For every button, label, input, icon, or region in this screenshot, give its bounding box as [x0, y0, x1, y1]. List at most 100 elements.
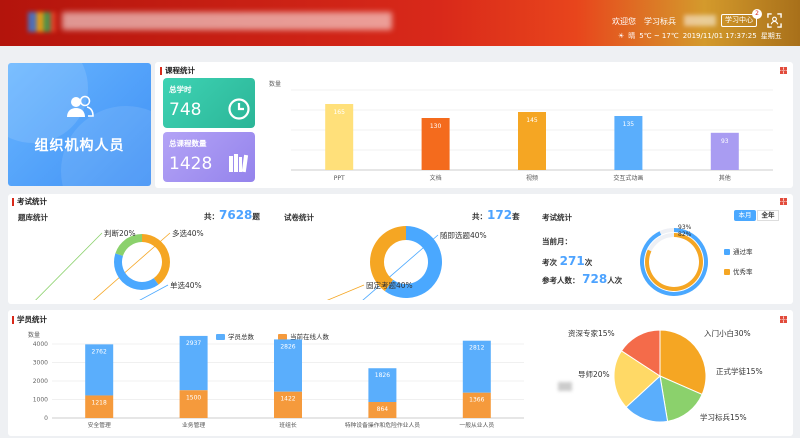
slice-label: 单选40%	[170, 280, 202, 290]
bar-value-label: 130	[430, 123, 442, 130]
ring-arc	[640, 228, 708, 296]
slice-label: 导师20%	[578, 369, 610, 379]
slice-label: 入门小白30%	[704, 328, 751, 338]
x-tick-label: 其他	[719, 174, 731, 182]
x-tick-label: 文档	[430, 174, 442, 182]
bar-value-label: 135	[623, 121, 635, 128]
student-title: 学员统计	[12, 316, 47, 324]
slice-label: 资深专家15%	[568, 328, 615, 338]
total-courses-card: 总课程数量 1428	[163, 132, 255, 182]
slice-label: 正式学徒15%	[716, 366, 763, 376]
temperature: 5℃ ~ 17℃	[639, 32, 679, 40]
exam-count: 考次 271次	[542, 254, 592, 268]
exam-stats-title: 考试统计	[542, 213, 572, 222]
total-hours-label: 总学时	[169, 85, 192, 94]
exam-stats-card: 考试统计 本月 全年 当前月： 考次 271次 参考人数： 728人次 93% 8…	[538, 208, 788, 300]
x-tick-label: 视频	[526, 174, 538, 182]
ring-label: 82%	[678, 231, 692, 238]
student-level-card: 入门小白30% 正式学徒15% 学习标兵15% 导师20% 资深专家15%	[538, 324, 788, 434]
tab-year[interactable]: 全年	[757, 210, 779, 221]
total-courses-label: 总课程数量	[169, 139, 207, 148]
legend-pass: 通过率	[724, 246, 753, 256]
datetime: 2019/11/01 17:37:25	[682, 32, 757, 40]
bar-value-label: 1422	[280, 396, 295, 403]
paper-donut: 随即选题40% 固定考题40%	[326, 226, 487, 300]
y-tick-label: 4000	[33, 341, 48, 348]
notification-badge: 2	[752, 9, 762, 19]
total-hours-value: 748	[169, 100, 202, 120]
leader-line	[326, 284, 365, 300]
course-bar-chart: 数量 165 PPT 130 文档 145 视频 135 交互式动画 93 其他	[269, 80, 773, 182]
header-bar: 欢迎您 学习标兵 学习中心 2 ☀ 晴 5℃ ~ 17℃ 2019/11/01 17:…	[0, 0, 800, 46]
bar-value-label: 1218	[92, 399, 107, 406]
menu-grid-icon[interactable]	[780, 67, 787, 74]
bar-value-label: 165	[333, 109, 345, 116]
user-name[interactable]: 学习标兵	[644, 16, 676, 27]
exam-title: 考试统计	[12, 198, 47, 206]
question-bank-donut: 多选40% 单选40% 判断20%	[35, 228, 204, 300]
x-tick-label: 业务管理	[182, 421, 205, 429]
y-axis-label: 数量	[269, 80, 281, 88]
tab-month[interactable]: 本月	[734, 210, 756, 221]
x-tick-label: PPT	[334, 175, 345, 182]
x-tick-label: 安全管理	[88, 421, 111, 429]
legend-label: 优秀率	[733, 268, 753, 276]
participants: 参考人数： 728人次	[542, 272, 622, 286]
bar-value-label: 1366	[469, 397, 484, 404]
users-icon	[67, 95, 94, 117]
student-bar-card: 学员总数 当前在线人数 数量 0 1000 2000 3000 4000 2762 1218 安…	[12, 326, 532, 434]
y-axis-label: 数量	[28, 331, 40, 339]
weekday: 星期五	[760, 32, 782, 40]
org-members-card[interactable]: 组织机构人员	[8, 63, 151, 186]
bar-value-label: 145	[526, 117, 538, 124]
y-tick-label: 3000	[33, 360, 48, 367]
course-title: 课程统计	[160, 67, 195, 75]
sun-icon: ☀	[618, 32, 625, 40]
participants-unit: 人次	[607, 276, 623, 285]
slice-label: 固定考题40%	[366, 280, 413, 290]
legend-excellent: 优秀率	[724, 266, 753, 276]
bar-value-label: 93	[721, 138, 729, 145]
redacted-label	[558, 382, 572, 391]
course-panel: 课程统计 总学时 748 总课程数量 1428 数量 165 PPT 130 文档 145…	[155, 62, 793, 188]
student-bar-chart: 数量 0 1000 2000 3000 4000 2762 1218 安全管理 2937 1500 业…	[28, 331, 524, 429]
slice-label: 判断20%	[104, 228, 136, 238]
exam-panel: 考试统计 题库统计 共：7628题 多选40% 单选40% 判断20% 试卷统计 共…	[8, 194, 793, 304]
org-label: 组织机构人员	[34, 138, 125, 154]
donut-slice	[114, 253, 159, 290]
student-level-pie: 入门小白30% 正式学徒15% 学习标兵15% 导师20% 资深专家15%	[568, 328, 763, 423]
participants-value: 728	[582, 272, 608, 286]
x-tick-label: 一般从业人员	[459, 421, 494, 429]
bar-value-label: 2762	[92, 348, 107, 355]
y-tick-label: 1000	[33, 397, 48, 404]
question-bank-card: 题库统计 共：7628题 多选40% 单选40% 判断20%	[14, 208, 270, 300]
menu-grid-icon[interactable]	[780, 198, 787, 205]
fullscreen-icon[interactable]	[767, 13, 782, 28]
y-tick-label: 0	[44, 415, 48, 422]
donut-slice	[142, 234, 170, 285]
bar-value-label: 2937	[186, 340, 201, 347]
y-tick-label: 2000	[33, 378, 48, 385]
current-month-label: 当前月：	[542, 237, 572, 246]
x-tick-label: 班组长	[279, 421, 297, 429]
redacted-info	[684, 15, 716, 26]
books-icon	[229, 154, 249, 173]
ring-label: 93%	[678, 224, 692, 231]
legend-label: 通过率	[733, 248, 753, 256]
bar-value-label: 1500	[186, 394, 201, 401]
bar-value-label: 2826	[280, 343, 295, 350]
menu-grid-icon[interactable]	[780, 316, 787, 323]
participants-label: 参考人数：	[542, 276, 580, 285]
legend-swatch	[724, 269, 730, 275]
bar-value-label: 1826	[375, 372, 390, 379]
pass-rate-rings: 93%82%	[640, 224, 708, 296]
clock-icon	[228, 98, 250, 120]
legend-swatch	[724, 249, 730, 255]
weather-info: ☀ 晴 5℃ ~ 17℃ 2019/11/01 17:37:25 星期五	[618, 31, 786, 41]
total-courses-value: 1428	[169, 154, 213, 174]
exam-count-unit: 次	[584, 258, 593, 267]
student-panel: 学员统计 学员总数 当前在线人数 数量 0 1000 2000 3000 4000 2762…	[8, 310, 793, 436]
app-title-redacted	[62, 12, 392, 30]
exam-count-value: 271	[559, 254, 585, 268]
leader-line	[35, 232, 103, 300]
